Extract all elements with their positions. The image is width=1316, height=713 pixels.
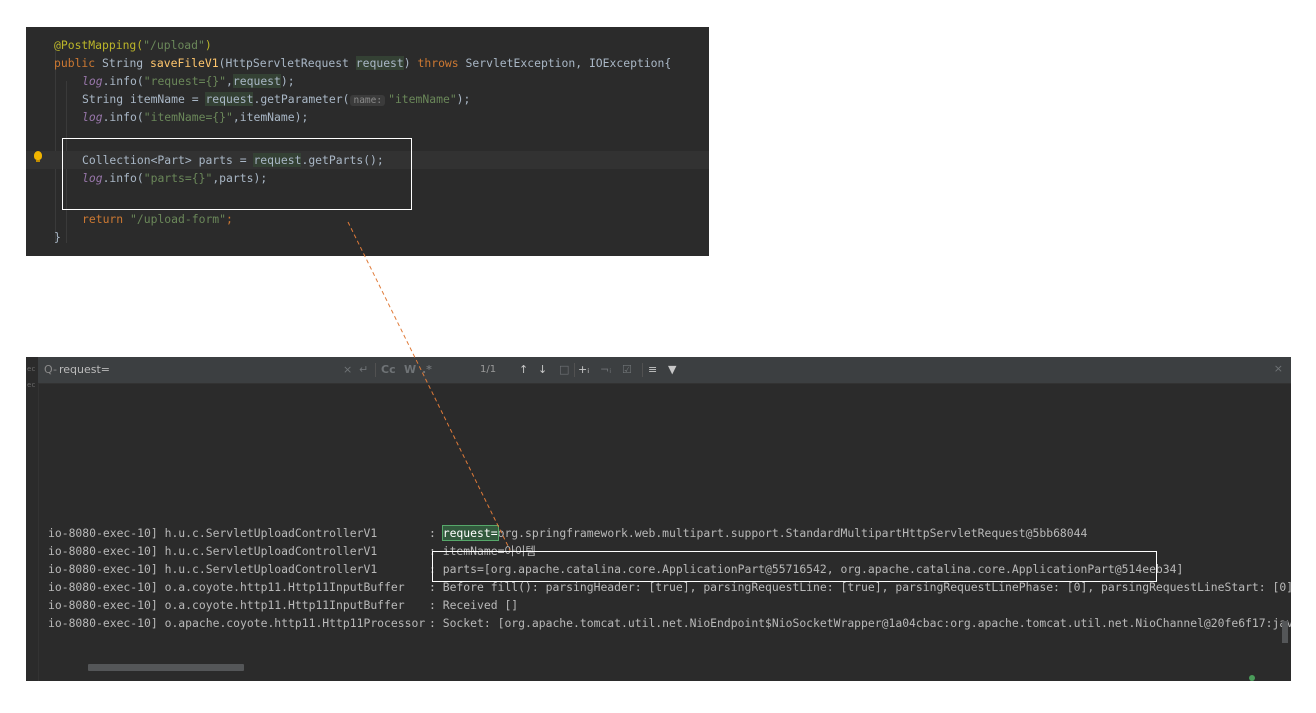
method-name: saveFileV1	[150, 56, 219, 70]
code-line-close-brace[interactable]: }	[26, 228, 709, 246]
prev-occurrence-icon[interactable]: ↑	[519, 363, 528, 376]
keyword-return: return	[82, 212, 124, 226]
statement-end: );	[456, 92, 471, 106]
horizontal-scrollbar[interactable]	[88, 664, 244, 671]
log-text: Socket: [org.apache.tomcat.util.net.NioE…	[442, 616, 1291, 630]
select-all-icon[interactable]: □	[559, 363, 569, 376]
log-thread: io-8080-exec-10] o.apache.coyote.http11.…	[48, 616, 426, 630]
format-string: "request={}"	[143, 74, 227, 88]
log-separator: :	[429, 526, 443, 540]
code-line-return[interactable]: return "/upload-form";	[26, 210, 709, 228]
exception-list: ServletException, IOException{	[458, 56, 672, 70]
log-thread: io-8080-exec-10] o.a.coyote.http11.Http1…	[48, 580, 405, 594]
gutter-label: ec	[27, 365, 36, 373]
method-call: .getParameter(	[253, 92, 350, 106]
keyword-throws: throws	[417, 56, 459, 70]
log-separator: :	[429, 616, 443, 630]
log-message: : Socket: [org.apache.tomcat.util.net.Ni…	[429, 614, 1291, 632]
code-line-item-name[interactable]: String itemName = request.getParameter(n…	[26, 90, 709, 108]
annotation-token: @PostMapping(	[54, 38, 144, 52]
match-count: 1/1	[480, 364, 497, 375]
clear-icon[interactable]: ×	[343, 363, 352, 376]
closing-brace: }	[54, 230, 61, 244]
return-type: String	[95, 56, 151, 70]
run-console[interactable]: ec ec Q-request= × ↵ Cc W .* 1/1 ↑ ↓ □ +…	[26, 357, 1291, 681]
param-close: )	[403, 56, 418, 70]
arg-request: request	[232, 74, 281, 88]
obj-request: request	[205, 92, 254, 106]
status-indicator-icon	[1249, 675, 1255, 681]
vertical-scrollbar[interactable]	[1282, 621, 1288, 643]
log-text: org.springframework.web.multipart.suppor…	[497, 526, 1088, 540]
search-match: request=	[441, 525, 499, 541]
log-text: Before fill(): parsingHeader: [true], pa…	[442, 580, 1291, 594]
log-text: Received []	[442, 598, 519, 612]
highlight-box-code	[62, 138, 412, 210]
find-bar: Q-request= × ↵ Cc W .* 1/1 ↑ ↓ □ +ᵢ ¬ᵢ ☑…	[38, 357, 1291, 384]
highlight-box-console	[432, 551, 1157, 582]
log-thread: io-8080-exec-10] h.u.c.ServletUploadCont…	[48, 544, 378, 558]
words-icon[interactable]: W	[404, 363, 416, 376]
search-query: request=	[58, 363, 110, 376]
toolbar-separator	[642, 363, 643, 377]
log-thread: io-8080-exec-10] h.u.c.ServletUploadCont…	[48, 562, 378, 576]
comma: ,	[226, 74, 233, 88]
funnel-icon[interactable]: ▼	[668, 363, 676, 376]
method-call: .info(	[102, 110, 144, 124]
method-call: .info(	[102, 74, 144, 88]
code-line-log-request[interactable]: log.info("request={}",request);	[26, 72, 709, 90]
intention-bulb-icon[interactable]	[34, 151, 42, 162]
newline-icon[interactable]: ↵	[359, 363, 368, 376]
filter-settings-icon[interactable]: ≡	[648, 363, 657, 376]
code-line-method-signature[interactable]: public String saveFileV1(HttpServletRequ…	[26, 54, 709, 72]
code-line-log-item-name[interactable]: log.info("itemName={}",itemName);	[26, 108, 709, 126]
statement-rest: ,itemName);	[232, 110, 309, 124]
param-name-hint: name:	[350, 95, 386, 106]
log-message: : request=org.springframework.web.multip…	[429, 524, 1087, 542]
remove-occurrence-icon[interactable]: ¬ᵢ	[600, 363, 611, 376]
next-occurrence-icon[interactable]: ↓	[538, 363, 547, 376]
statement-end: );	[280, 74, 295, 88]
log-field: log	[82, 74, 103, 88]
add-occurrence-icon[interactable]: +ᵢ	[578, 363, 589, 376]
statement-end: ;	[226, 212, 233, 226]
select-all-occurrences-icon[interactable]: ☑	[622, 363, 632, 376]
log-thread: io-8080-exec-10] h.u.c.ServletUploadCont…	[48, 526, 378, 540]
toolbar-separator	[375, 363, 376, 377]
string-literal: "/upload-form"	[123, 212, 227, 226]
keyword-public: public	[54, 56, 96, 70]
log-separator: :	[429, 598, 443, 612]
param-request: request	[355, 56, 404, 70]
regex-icon[interactable]: .*	[422, 363, 432, 376]
string-literal: "itemName"	[388, 92, 457, 106]
code-line-annotation[interactable]: @PostMapping("/upload")	[26, 36, 709, 54]
path-string: "/upload"	[143, 38, 205, 52]
log-separator: :	[429, 580, 443, 594]
search-input[interactable]: Q-request=	[44, 363, 110, 376]
log-message: : Received []	[429, 596, 518, 614]
match-case-icon[interactable]: Cc	[381, 363, 396, 376]
annotation-close: )	[204, 38, 212, 52]
log-field: log	[82, 110, 103, 124]
format-string: "itemName={}"	[143, 110, 233, 124]
declaration: String itemName =	[82, 92, 206, 106]
gutter-label: ec	[27, 381, 36, 389]
close-icon[interactable]: ×	[1274, 362, 1283, 375]
param-type: (HttpServletRequest	[218, 56, 356, 70]
console-gutter: ec ec	[26, 357, 39, 681]
search-icon[interactable]: Q-	[44, 363, 57, 376]
toolbar-separator	[574, 363, 575, 377]
log-thread: io-8080-exec-10] o.a.coyote.http11.Http1…	[48, 598, 405, 612]
